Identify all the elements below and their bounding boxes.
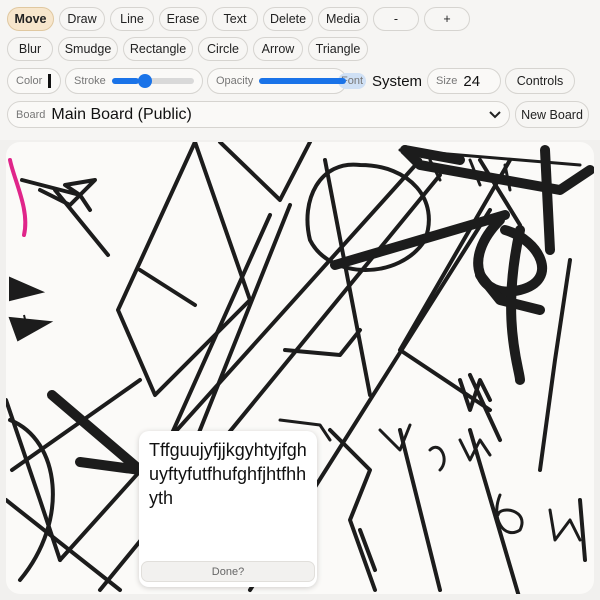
- move-tool-button[interactable]: Move: [7, 7, 54, 31]
- controls-row: Color Stroke Opacity Font System Size 24…: [7, 68, 575, 94]
- board-row: Board Main Board (Public) New Board: [7, 101, 589, 128]
- arrow-tool-button[interactable]: Arrow: [253, 37, 303, 61]
- opacity-control: Opacity: [207, 68, 347, 94]
- erase-tool-button[interactable]: Erase: [159, 7, 207, 31]
- board-label: Board: [16, 108, 46, 121]
- chevron-down-icon: [489, 110, 501, 118]
- tool-row-1: Move Draw Line Erase Text Delete Media -…: [7, 7, 470, 31]
- rectangle-tool-button[interactable]: Rectangle: [123, 37, 193, 61]
- text-tool-button[interactable]: Text: [212, 7, 258, 31]
- toolbar: Move Draw Line Erase Text Delete Media -…: [0, 0, 600, 140]
- new-board-button[interactable]: New Board: [515, 101, 589, 128]
- controls-button[interactable]: Controls: [505, 68, 575, 94]
- draw-tool-button[interactable]: Draw: [59, 7, 105, 31]
- done-button[interactable]: Done?: [141, 561, 315, 582]
- size-control[interactable]: Size 24: [427, 68, 501, 94]
- triangle-tool-button[interactable]: Triangle: [308, 37, 368, 61]
- stroke-slider-thumb[interactable]: [137, 74, 152, 88]
- stroke-slider[interactable]: [111, 74, 194, 88]
- opacity-slider-fill: [259, 78, 346, 84]
- size-input[interactable]: 24: [463, 73, 480, 90]
- color-label: Color: [16, 75, 43, 87]
- color-picker[interactable]: Color: [7, 68, 61, 94]
- color-swatch[interactable]: [48, 74, 52, 88]
- text-entry-box[interactable]: Tffguujyfjjkgyhtyjfghuyftyfutfhufghfjhtf…: [139, 431, 317, 587]
- board-selected-value: Main Board (Public): [51, 105, 192, 123]
- delete-tool-button[interactable]: Delete: [263, 7, 313, 31]
- opacity-slider[interactable]: [259, 78, 346, 84]
- line-tool-button[interactable]: Line: [110, 7, 154, 31]
- media-tool-button[interactable]: Media: [318, 7, 368, 31]
- tool-row-2: Blur Smudge Rectangle Circle Arrow Trian…: [7, 37, 368, 61]
- stroke-slider-fill: [111, 78, 139, 84]
- text-entry-content[interactable]: Tffguujyfjjkgyhtyjfghuyftyfutfhufghfjhtf…: [149, 438, 307, 510]
- board-select[interactable]: Board Main Board (Public): [7, 101, 510, 128]
- blur-tool-button[interactable]: Blur: [7, 37, 53, 61]
- font-value: System: [372, 72, 423, 90]
- stroke-control: Stroke: [65, 68, 203, 94]
- circle-tool-button[interactable]: Circle: [198, 37, 248, 61]
- opacity-label: Opacity: [216, 75, 254, 87]
- smudge-tool-button[interactable]: Smudge: [58, 37, 118, 61]
- zoom-out-button[interactable]: -: [373, 7, 419, 31]
- stroke-label: Stroke: [74, 75, 106, 87]
- size-label: Size: [436, 75, 458, 87]
- zoom-in-button[interactable]: +: [424, 7, 470, 31]
